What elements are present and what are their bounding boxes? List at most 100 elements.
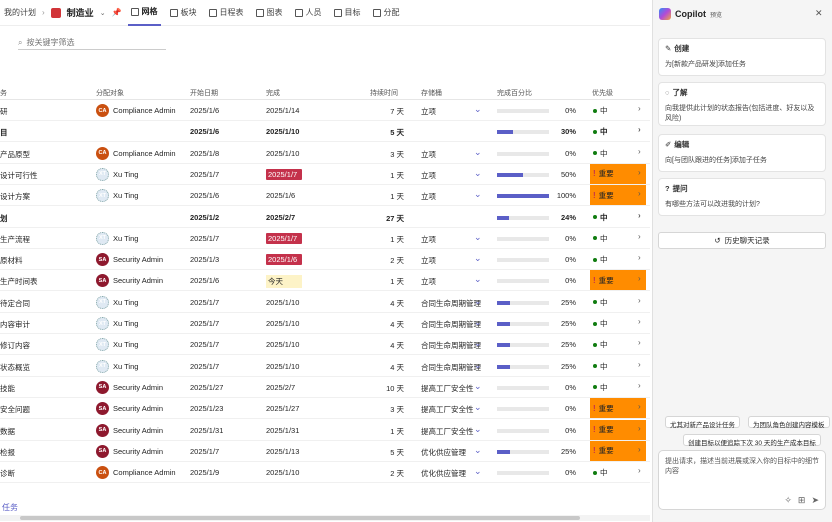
send-icon[interactable]: ➤ [811, 495, 819, 505]
percent-complete[interactable]: 100% [550, 191, 576, 200]
bucket-dropdown-icon[interactable]: ⌄ [474, 360, 482, 371]
task-name[interactable]: 技能 [0, 383, 88, 394]
bucket-dropdown-icon[interactable]: ⌄ [474, 189, 482, 200]
table-row[interactable]: 生产时间表 SA Security Admin 2025/1/6 今天 1 天立项 ⌄ 0%!… [0, 270, 650, 292]
start-date[interactable]: 2025/1/6 [190, 191, 219, 200]
start-date[interactable]: 2025/1/27 [190, 383, 223, 392]
priority-dropdown-icon[interactable]: › [638, 402, 641, 411]
suggestion-chip[interactable]: 尤其对新产品设计任务 [665, 416, 740, 429]
bucket-dropdown-icon[interactable]: ⌄ [474, 296, 482, 307]
due-date[interactable]: 2025/1/10 [266, 149, 302, 158]
percent-complete[interactable]: 0% [550, 234, 576, 243]
percent-complete[interactable]: 25% [550, 319, 576, 328]
table-row[interactable]: 研 CA Compliance Admin 2025/1/6 2025/1/14 7 天立… [0, 100, 650, 121]
percent-complete[interactable]: 25% [550, 447, 576, 456]
start-date[interactable]: 2025/1/7 [190, 447, 219, 456]
percent-complete[interactable]: 50% [550, 170, 576, 179]
percent-complete[interactable]: 0% [550, 276, 576, 285]
task-name[interactable]: 检报 [0, 447, 88, 458]
duration[interactable]: 4 天 [370, 340, 404, 351]
prompt-guide-icon[interactable]: ✧ [784, 495, 792, 505]
pin-icon[interactable]: 📌 [112, 8, 122, 17]
bucket-dropdown-icon[interactable]: ⌄ [474, 402, 482, 413]
duration[interactable]: 1 天 [370, 234, 404, 245]
assignee[interactable]: SA Security Admin [96, 274, 180, 288]
suggestion-chip[interactable]: 创建目标以便追踪下次 30 天的生产成本目标 [683, 434, 821, 447]
col-header-start[interactable]: 开始日期 [190, 88, 218, 98]
task-name[interactable]: 诊断 [0, 468, 88, 479]
table-row[interactable]: 目 2025/1/6 2025/1/10 5 天 30% 中 › [0, 121, 650, 143]
start-date[interactable]: 2025/1/9 [190, 468, 219, 477]
assignee[interactable]: SA Security Admin [96, 402, 180, 416]
task-name[interactable]: 生产流程 [0, 234, 88, 245]
assignee[interactable]: SA Security Admin [96, 253, 180, 267]
priority-dropdown-icon[interactable]: › [638, 253, 641, 262]
priority-dropdown-icon[interactable]: › [638, 424, 641, 433]
task-name[interactable]: 生产时间表 [0, 276, 88, 287]
priority-dropdown-icon[interactable]: › [638, 338, 641, 347]
assignee[interactable]: XT Xu Ting [96, 231, 180, 245]
task-name[interactable]: 状态概览 [0, 362, 88, 373]
bucket-dropdown-icon[interactable]: ⌄ [474, 381, 482, 392]
start-date[interactable]: 2025/1/6 [190, 276, 219, 285]
task-name[interactable]: 研 [0, 106, 88, 117]
due-date[interactable]: 2025/2/7 [266, 213, 302, 222]
table-row[interactable]: 待定合同 XT Xu Ting 2025/1/7 2025/1/10 4 天合同生命周期管… [0, 292, 650, 313]
percent-complete[interactable]: 24% [550, 213, 576, 222]
due-date[interactable]: 2025/1/7 [266, 232, 302, 244]
bucket-dropdown-icon[interactable]: ⌄ [474, 104, 482, 115]
duration[interactable]: 1 天 [370, 426, 404, 437]
duration[interactable]: 2 天 [370, 255, 404, 266]
percent-complete[interactable]: 25% [550, 340, 576, 349]
priority-dropdown-icon[interactable]: › [638, 104, 641, 113]
table-row[interactable]: 划 2025/1/2 2025/2/7 27 天 24% 中 › [0, 207, 650, 228]
assignee[interactable]: SA Security Admin [96, 380, 180, 394]
task-name[interactable]: 修订内容 [0, 340, 88, 351]
chevron-down-icon[interactable]: ⌄ [100, 9, 106, 17]
priority-dropdown-icon[interactable]: › [638, 296, 641, 305]
task-name[interactable]: 内容审计 [0, 319, 88, 330]
duration[interactable]: 3 天 [370, 149, 404, 160]
task-name[interactable]: 目 [0, 127, 88, 138]
due-date[interactable]: 2025/2/7 [266, 383, 302, 392]
start-date[interactable]: 2025/1/7 [190, 340, 219, 349]
bucket-dropdown-icon[interactable]: ⌄ [474, 317, 482, 328]
assignee[interactable]: XT Xu Ting [96, 167, 180, 181]
bucket-dropdown-icon[interactable]: ⌄ [474, 253, 482, 264]
due-date[interactable]: 2025/1/10 [266, 362, 302, 371]
copilot-card-understand[interactable]: ◌ 了解 向我提供此计划的状态报告(包括进度、好友以及风险) [658, 82, 826, 126]
table-row[interactable]: 诊断 CA Compliance Admin 2025/1/9 2025/1/10 2 天… [0, 462, 650, 484]
table-row[interactable]: 安全问题 SA Security Admin 2025/1/23 2025/1/27 3 … [0, 398, 650, 420]
due-date[interactable]: 2025/1/27 [266, 404, 302, 413]
assignee[interactable]: XT Xu Ting [96, 295, 180, 309]
start-date[interactable]: 2025/1/7 [190, 170, 219, 179]
bucket-dropdown-icon[interactable]: ⌄ [474, 147, 482, 158]
scrollbar-thumb[interactable] [20, 516, 580, 520]
percent-complete[interactable]: 0% [550, 383, 576, 392]
start-date[interactable]: 2025/1/6 [190, 127, 219, 136]
duration[interactable]: 2 天 [370, 468, 404, 479]
col-header-bucket[interactable]: 存储桶 [421, 88, 442, 98]
priority-dropdown-icon[interactable]: › [638, 274, 641, 283]
tab-board[interactable]: 板块 [167, 0, 200, 26]
duration[interactable]: 1 天 [370, 191, 404, 202]
bucket-dropdown-icon[interactable]: ⌄ [474, 424, 482, 435]
due-date[interactable]: 2025/1/31 [266, 426, 302, 435]
percent-complete[interactable]: 0% [550, 149, 576, 158]
col-header-task[interactable]: 务 [0, 88, 7, 98]
tab-charts[interactable]: 图表 [253, 0, 286, 26]
priority-dropdown-icon[interactable]: › [638, 147, 641, 156]
duration[interactable]: 5 天 [370, 447, 404, 458]
assignee[interactable]: XT Xu Ting [96, 317, 180, 330]
priority-dropdown-icon[interactable]: › [638, 381, 641, 390]
tab-assignments[interactable]: 分配 [370, 0, 403, 26]
attach-icon[interactable]: ⊞ [798, 495, 806, 505]
filter-input[interactable] [26, 38, 157, 47]
priority-dropdown-icon[interactable]: › [638, 125, 641, 134]
table-row[interactable]: 生产流程 XT Xu Ting 2025/1/7 2025/1/7 1 天立项 ⌄ 0% 中 › [0, 228, 650, 249]
tab-schedule[interactable]: 日程表 [206, 0, 247, 26]
priority-dropdown-icon[interactable]: › [638, 211, 641, 220]
duration[interactable]: 4 天 [370, 298, 404, 309]
duration[interactable]: 3 天 [370, 404, 404, 415]
duration[interactable]: 10 天 [370, 383, 404, 394]
